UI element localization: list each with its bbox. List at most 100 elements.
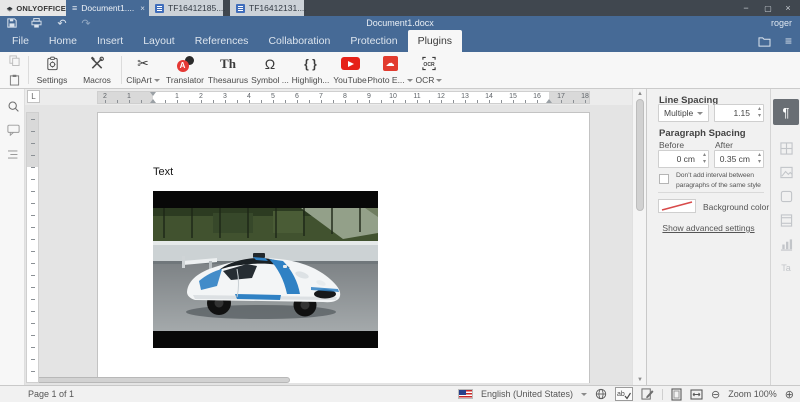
code-braces-icon: { }: [304, 56, 317, 71]
us-flag-icon: [457, 389, 473, 399]
first-line-indent-marker[interactable]: [150, 92, 156, 96]
table-settings-tab[interactable]: [779, 141, 793, 155]
open-file-location-icon[interactable]: [758, 36, 771, 47]
plugins-toolbar: Settings Macros ✂ ClipArt A Translator T…: [0, 52, 800, 89]
spacing-before-value: 0 cm: [676, 154, 695, 164]
menu-tab-collaboration[interactable]: Collaboration: [258, 30, 340, 52]
document-canvas[interactable]: Text: [25, 105, 632, 383]
ocr-icon: OCR: [421, 55, 437, 72]
table-icon: [779, 141, 793, 155]
page-indicator: Page 1 of 1: [28, 389, 75, 399]
navigation-headings-button[interactable]: [6, 147, 20, 161]
toolbar-button-settings[interactable]: Settings: [31, 54, 73, 87]
stepper-arrows-icon[interactable]: ▴ ▾: [703, 152, 706, 166]
stepper-arrows-icon[interactable]: ▴ ▾: [758, 106, 761, 120]
track-changes-icon[interactable]: [641, 388, 654, 400]
toolbar-button-macros[interactable]: Macros: [75, 54, 119, 87]
document-tab[interactable]: TF16412185....: [149, 0, 226, 16]
image-settings-tab[interactable]: [779, 165, 793, 179]
maximize-window-button[interactable]: ▢: [758, 0, 778, 16]
minimize-window-button[interactable]: −: [736, 0, 756, 16]
fit-width-icon[interactable]: [690, 388, 703, 400]
horizontal-scrollbar-thumb[interactable]: [28, 377, 290, 383]
spell-check-toggle[interactable]: ab: [615, 387, 634, 401]
document-tab[interactable]: TF16412131....: [230, 0, 307, 16]
menu-tab-file[interactable]: File: [2, 30, 39, 52]
spacing-before-spinner[interactable]: 0 cm ▴ ▾: [658, 150, 709, 168]
brand-name: ONLYOFFICE: [16, 3, 66, 13]
menu-tab-protection[interactable]: Protection: [340, 30, 407, 52]
fit-page-icon[interactable]: [671, 387, 682, 401]
scissors-icon: ✂: [137, 55, 149, 71]
header-footer-icon: [780, 213, 792, 227]
menu-tab-insert[interactable]: Insert: [87, 30, 133, 52]
ruler-number: 7: [319, 93, 323, 100]
onlyoffice-main-menu-tab[interactable]: ONLYOFFICE: [0, 0, 66, 16]
vertical-scrollbar-thumb[interactable]: [636, 99, 644, 211]
zoom-level[interactable]: Zoom 100%: [728, 389, 777, 399]
menu-tab-layout[interactable]: Layout: [133, 30, 185, 52]
zoom-out-button[interactable]: ⊖: [711, 388, 720, 401]
toolbar-button-highlight[interactable]: { } Highligh...: [291, 54, 330, 87]
toolbar-button-clipart[interactable]: ✂ ClipArt: [123, 54, 163, 87]
close-tab-icon[interactable]: ×: [140, 4, 145, 13]
paragraph-text[interactable]: Text: [153, 166, 173, 178]
scroll-up-icon[interactable]: ▲: [633, 91, 647, 97]
document-page[interactable]: Text: [97, 112, 590, 383]
toolbar-button-symbol[interactable]: Ω Symbol ...: [250, 54, 290, 87]
paste-icon[interactable]: [9, 74, 20, 86]
chart-settings-tab[interactable]: [779, 237, 793, 251]
zoom-in-button[interactable]: ⊕: [785, 388, 794, 401]
toolbar-button-youtube[interactable]: YouTube: [331, 54, 369, 87]
line-spacing-mode-select[interactable]: Multiple: [658, 104, 709, 122]
document-image[interactable]: [153, 191, 378, 348]
chart-icon: [780, 238, 792, 251]
header-footer-settings-tab[interactable]: [779, 213, 793, 227]
svg-text:ab: ab: [617, 391, 625, 398]
horizontal-ruler[interactable]: 21 1 2 3 4 5 6 7 8 9 10 11 12 13 14 15 16 17 18: [97, 91, 590, 104]
document-title: Document1.docx: [366, 18, 434, 28]
line-spacing-value-spinner[interactable]: 1.15 ▴ ▾: [714, 104, 764, 122]
vertical-ruler[interactable]: [26, 112, 39, 383]
language-selector[interactable]: English (United States): [481, 389, 573, 399]
menu-tab-references[interactable]: References: [185, 30, 259, 52]
left-indent-marker[interactable]: [150, 99, 156, 103]
toolbar-button-label: Macros: [83, 75, 111, 85]
spacing-after-spinner[interactable]: 0.35 cm ▴ ▾: [714, 150, 764, 168]
close-window-button[interactable]: ×: [778, 0, 798, 16]
paragraph-icon: ¶: [782, 104, 790, 120]
menu-tab-plugins[interactable]: Plugins: [407, 30, 463, 52]
toolbar-button-label: Photo E...: [367, 75, 413, 85]
paragraph-settings-tab[interactable]: ¶: [773, 99, 799, 125]
shape-settings-tab[interactable]: [779, 189, 793, 203]
comments-button[interactable]: [6, 123, 20, 137]
toolbar-button-thesaurus[interactable]: Th Thesaurus: [207, 54, 249, 87]
menu-tab-home[interactable]: Home: [39, 30, 87, 52]
user-name: roger: [770, 18, 792, 28]
textart-settings-tab[interactable]: Ta: [779, 261, 793, 275]
comment-icon: [6, 124, 20, 136]
photo-editor-icon: ☁: [382, 55, 398, 72]
toolbar-button-translator[interactable]: A Translator: [164, 54, 206, 87]
menu-bar: File Home Insert Layout References Colla…: [0, 30, 800, 52]
toolbar-button-photo-editor[interactable]: ☁ Photo E...: [367, 54, 413, 87]
scroll-down-icon[interactable]: ▼: [633, 377, 647, 383]
dropdown-caret-icon[interactable]: [581, 392, 588, 396]
search-button[interactable]: [6, 99, 20, 113]
tab-stop-selector[interactable]: L: [27, 90, 40, 103]
show-advanced-settings-link[interactable]: Show advanced settings: [647, 223, 770, 233]
vertical-scrollbar[interactable]: ▲ ▼: [632, 89, 646, 385]
copy-icon[interactable]: [8, 55, 20, 66]
document-tab-active[interactable]: ≡ Document1.... ×: [66, 0, 151, 16]
background-color-swatch[interactable]: [658, 199, 696, 213]
toolbar-button-ocr[interactable]: OCR OCR: [411, 54, 447, 87]
interval-checkbox[interactable]: [659, 174, 669, 184]
set-language-globe-icon[interactable]: [595, 388, 607, 400]
toolbar-button-label: ClipArt: [126, 75, 160, 85]
textart-icon: Ta: [781, 263, 791, 273]
stepper-arrows-icon[interactable]: ▴ ▾: [758, 152, 761, 166]
collapse-toolbar-icon[interactable]: ≡: [785, 35, 792, 47]
right-indent-marker[interactable]: [546, 99, 552, 103]
right-panel-tab-strip: ¶ Ta: [770, 89, 800, 385]
document-tab-label: Document1....: [81, 3, 135, 13]
